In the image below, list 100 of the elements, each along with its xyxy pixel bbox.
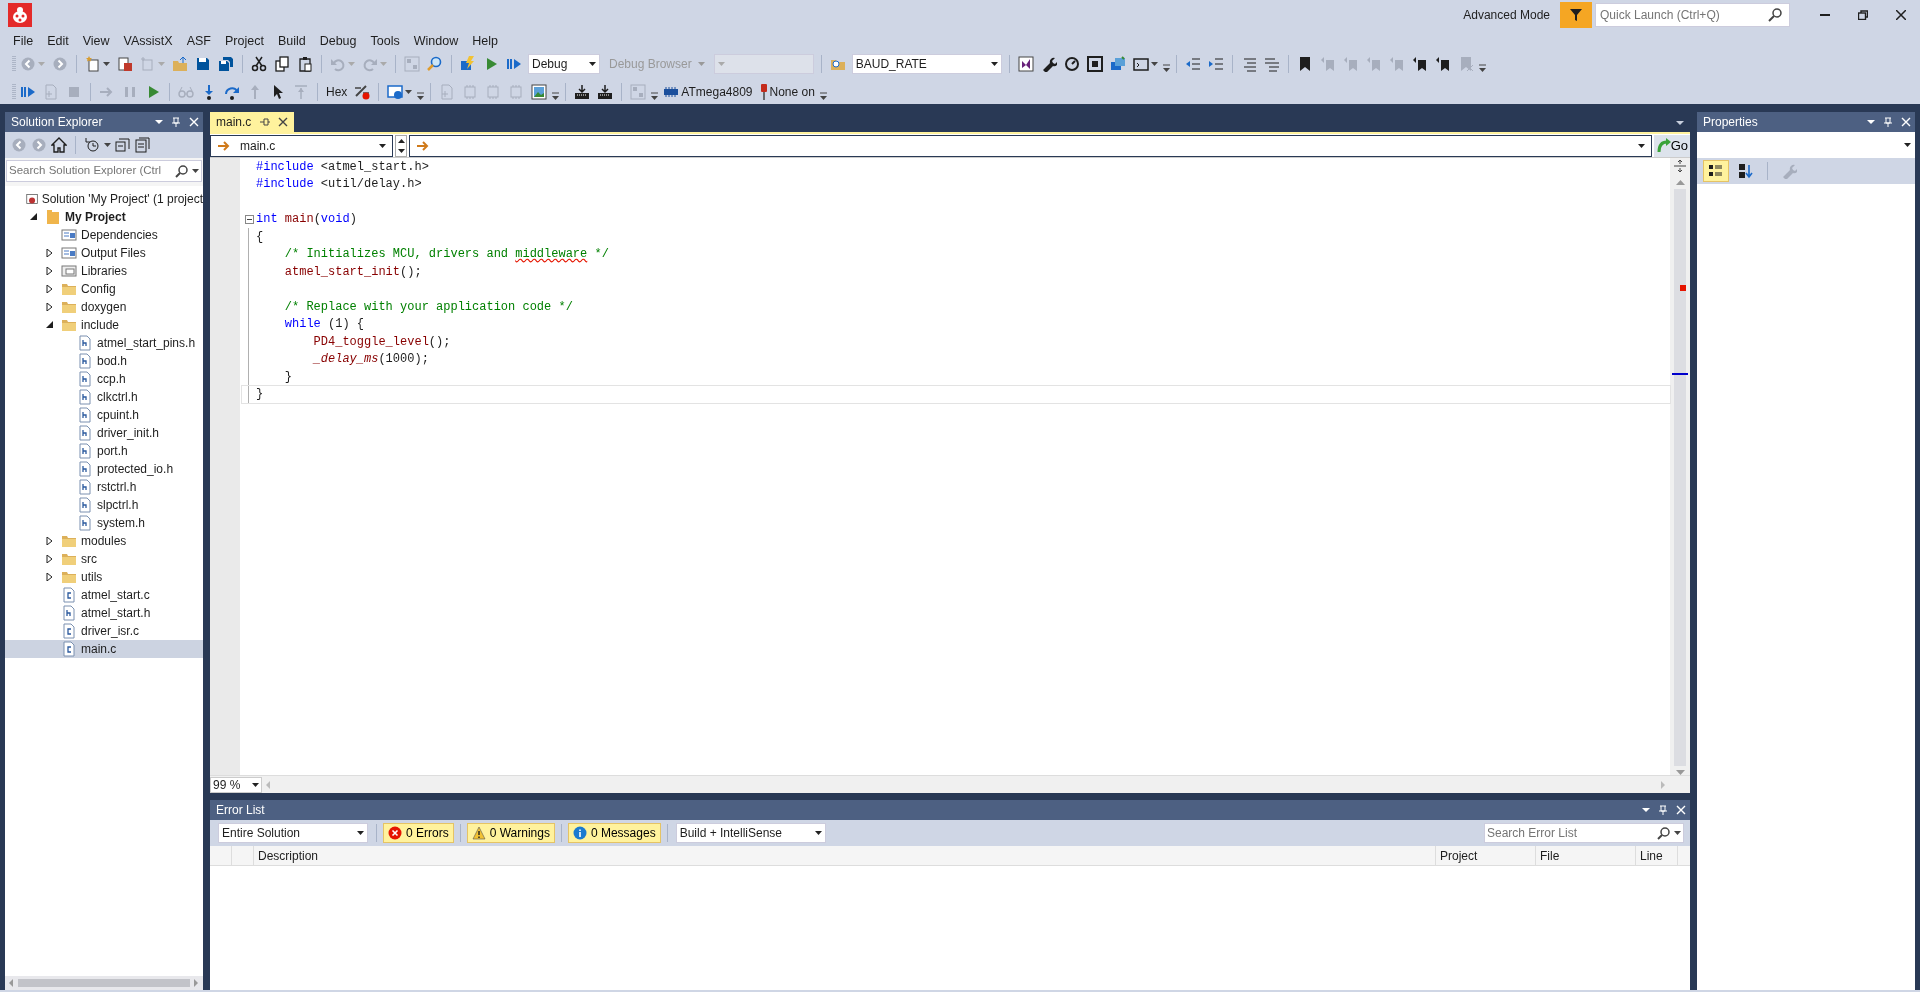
search-input[interactable]: Search Solution Explorer (Ctrl bbox=[9, 162, 173, 180]
tree-item[interactable]: doxygen bbox=[5, 298, 203, 316]
tree-item[interactable]: atmel_start.c bbox=[5, 586, 203, 604]
scrollbar-thumb[interactable] bbox=[18, 979, 190, 987]
caret-icon bbox=[1904, 143, 1911, 147]
tree-item[interactable]: slpctrl.h bbox=[5, 496, 203, 514]
tree-item-label: Dependencies bbox=[81, 227, 158, 244]
menu-item[interactable]: Tools bbox=[363, 29, 407, 53]
tree-item-label: ccp.h bbox=[97, 371, 126, 388]
overflow-icon bbox=[1477, 62, 1487, 74]
menu-item[interactable]: Help bbox=[465, 29, 505, 53]
tree-item-label: clkctrl.h bbox=[97, 389, 138, 406]
tree-item[interactable]: main.c bbox=[5, 640, 203, 658]
tree-item[interactable]: include bbox=[5, 316, 203, 334]
toolbar-button[interactable]: None on bbox=[756, 81, 818, 103]
tree-item[interactable]: cpuint.h bbox=[5, 406, 203, 424]
tree-item[interactable]: modules bbox=[5, 532, 203, 550]
header-file-icon bbox=[77, 425, 93, 441]
zoom-dropdown[interactable]: 99 % bbox=[210, 776, 262, 793]
menu-item[interactable]: ASF bbox=[179, 29, 218, 53]
configuration-dropdown[interactable]: Debug bbox=[528, 54, 600, 74]
tree-item[interactable]: system.h bbox=[5, 514, 203, 532]
file-dropdown[interactable]: main.c bbox=[210, 134, 393, 157]
tree-item[interactable]: My Project bbox=[5, 208, 203, 226]
filter-toggle[interactable]: 0 Warnings bbox=[466, 823, 555, 843]
column-header[interactable]: Project bbox=[1436, 846, 1536, 865]
search-field[interactable]: Search Error List bbox=[1484, 823, 1684, 843]
tree-item-label: include bbox=[81, 317, 120, 334]
filter-button[interactable] bbox=[1560, 2, 1592, 28]
tree-item[interactable]: atmel_start_pins.h bbox=[5, 334, 203, 352]
go-button[interactable]: Go bbox=[1653, 134, 1690, 157]
column-header[interactable]: Line bbox=[1636, 846, 1678, 865]
dropdown-icon bbox=[1642, 808, 1650, 812]
code-token: (1000); bbox=[378, 351, 429, 369]
tree-item[interactable]: bod.h bbox=[5, 352, 203, 370]
chip-icon bbox=[485, 84, 502, 100]
filter-toggle[interactable]: 0 Errors bbox=[383, 823, 454, 843]
toolbar-button[interactable]: ATmega4809 bbox=[660, 81, 756, 103]
bookmark-nav-icon bbox=[1434, 56, 1451, 72]
tree-item[interactable]: driver_init.h bbox=[5, 424, 203, 442]
menu-item[interactable]: VAssistX bbox=[116, 29, 180, 53]
code-token: while bbox=[283, 316, 321, 334]
indent-icon bbox=[1207, 56, 1224, 72]
filter-toggle[interactable]: 0 Messages bbox=[567, 823, 661, 843]
toolbar-grip-icon[interactable] bbox=[12, 55, 16, 73]
menu-item[interactable]: Window bbox=[406, 29, 466, 53]
toolbar-button[interactable]: Hex bbox=[323, 81, 351, 103]
overflow-icon bbox=[1161, 62, 1171, 74]
code-token: /* Replace with your application code */ bbox=[283, 298, 573, 316]
tree-item[interactable]: port.h bbox=[5, 442, 203, 460]
overflow-icon bbox=[416, 90, 426, 102]
column-header[interactable]: Description bbox=[254, 846, 1436, 865]
tree-item[interactable]: Libraries bbox=[5, 262, 203, 280]
member-dropdown[interactable] bbox=[409, 134, 1652, 157]
filter-icon bbox=[1569, 8, 1583, 22]
menu-item[interactable]: View bbox=[75, 29, 117, 53]
tree-item[interactable]: atmel_start.h bbox=[5, 604, 203, 622]
tree-item[interactable]: Config bbox=[5, 280, 203, 298]
tree-item[interactable]: src bbox=[5, 550, 203, 568]
menu-item[interactable]: Project bbox=[218, 29, 271, 53]
tree-item[interactable]: clkctrl.h bbox=[5, 388, 203, 406]
tree-item[interactable]: Dependencies bbox=[5, 226, 203, 244]
close-icon bbox=[1901, 117, 1911, 127]
menu-item[interactable]: Edit bbox=[40, 29, 76, 53]
tree-item[interactable]: protected_io.h bbox=[5, 460, 203, 478]
spin-button[interactable] bbox=[395, 134, 407, 157]
scope-dropdown[interactable]: Entire Solution bbox=[218, 823, 368, 843]
references-icon bbox=[61, 245, 77, 261]
pin-icon bbox=[171, 117, 181, 127]
gauge-icon bbox=[1063, 56, 1080, 72]
code-token: */ bbox=[593, 246, 609, 264]
tree-item[interactable]: driver_isr.c bbox=[5, 622, 203, 640]
tree-item[interactable]: Solution 'My Project' (1 project bbox=[5, 190, 203, 208]
column-header[interactable]: File bbox=[1536, 846, 1636, 865]
menu-item[interactable]: Build bbox=[270, 29, 313, 53]
properties-tool-button[interactable] bbox=[1703, 160, 1729, 182]
header-file-icon bbox=[77, 443, 93, 459]
tree-item[interactable]: utils bbox=[5, 568, 203, 586]
scroll-left-icon bbox=[9, 979, 14, 987]
caret-icon bbox=[589, 62, 596, 66]
header-file-icon bbox=[77, 479, 93, 495]
close-icon bbox=[1896, 10, 1906, 20]
tree-item[interactable]: rstctrl.h bbox=[5, 478, 203, 496]
configuration-dropdown[interactable]: BAUD_RATE bbox=[851, 54, 1002, 74]
tree-item[interactable]: Output Files bbox=[5, 244, 203, 262]
editor-tab[interactable]: main.c bbox=[210, 112, 295, 132]
caret-position-marker bbox=[1672, 373, 1688, 375]
search-field[interactable]: Search Solution Explorer (Ctrl bbox=[6, 160, 202, 182]
toolbar-grip-icon[interactable] bbox=[12, 83, 16, 101]
source-dropdown[interactable]: Build + IntelliSense bbox=[675, 823, 826, 843]
quick-launch-field[interactable]: Quick Launch (Ctrl+Q) bbox=[1595, 3, 1790, 27]
pin-icon bbox=[1883, 117, 1893, 127]
tree-item[interactable]: ccp.h bbox=[5, 370, 203, 388]
layers-icon bbox=[1109, 56, 1126, 72]
menu-item[interactable]: Debug bbox=[312, 29, 364, 53]
code-token: _delay_ms bbox=[311, 351, 379, 369]
caret-icon bbox=[717, 62, 725, 66]
tree-item-label: rstctrl.h bbox=[97, 479, 137, 496]
forward-icon bbox=[31, 137, 47, 153]
menu-item[interactable]: File bbox=[6, 29, 41, 53]
